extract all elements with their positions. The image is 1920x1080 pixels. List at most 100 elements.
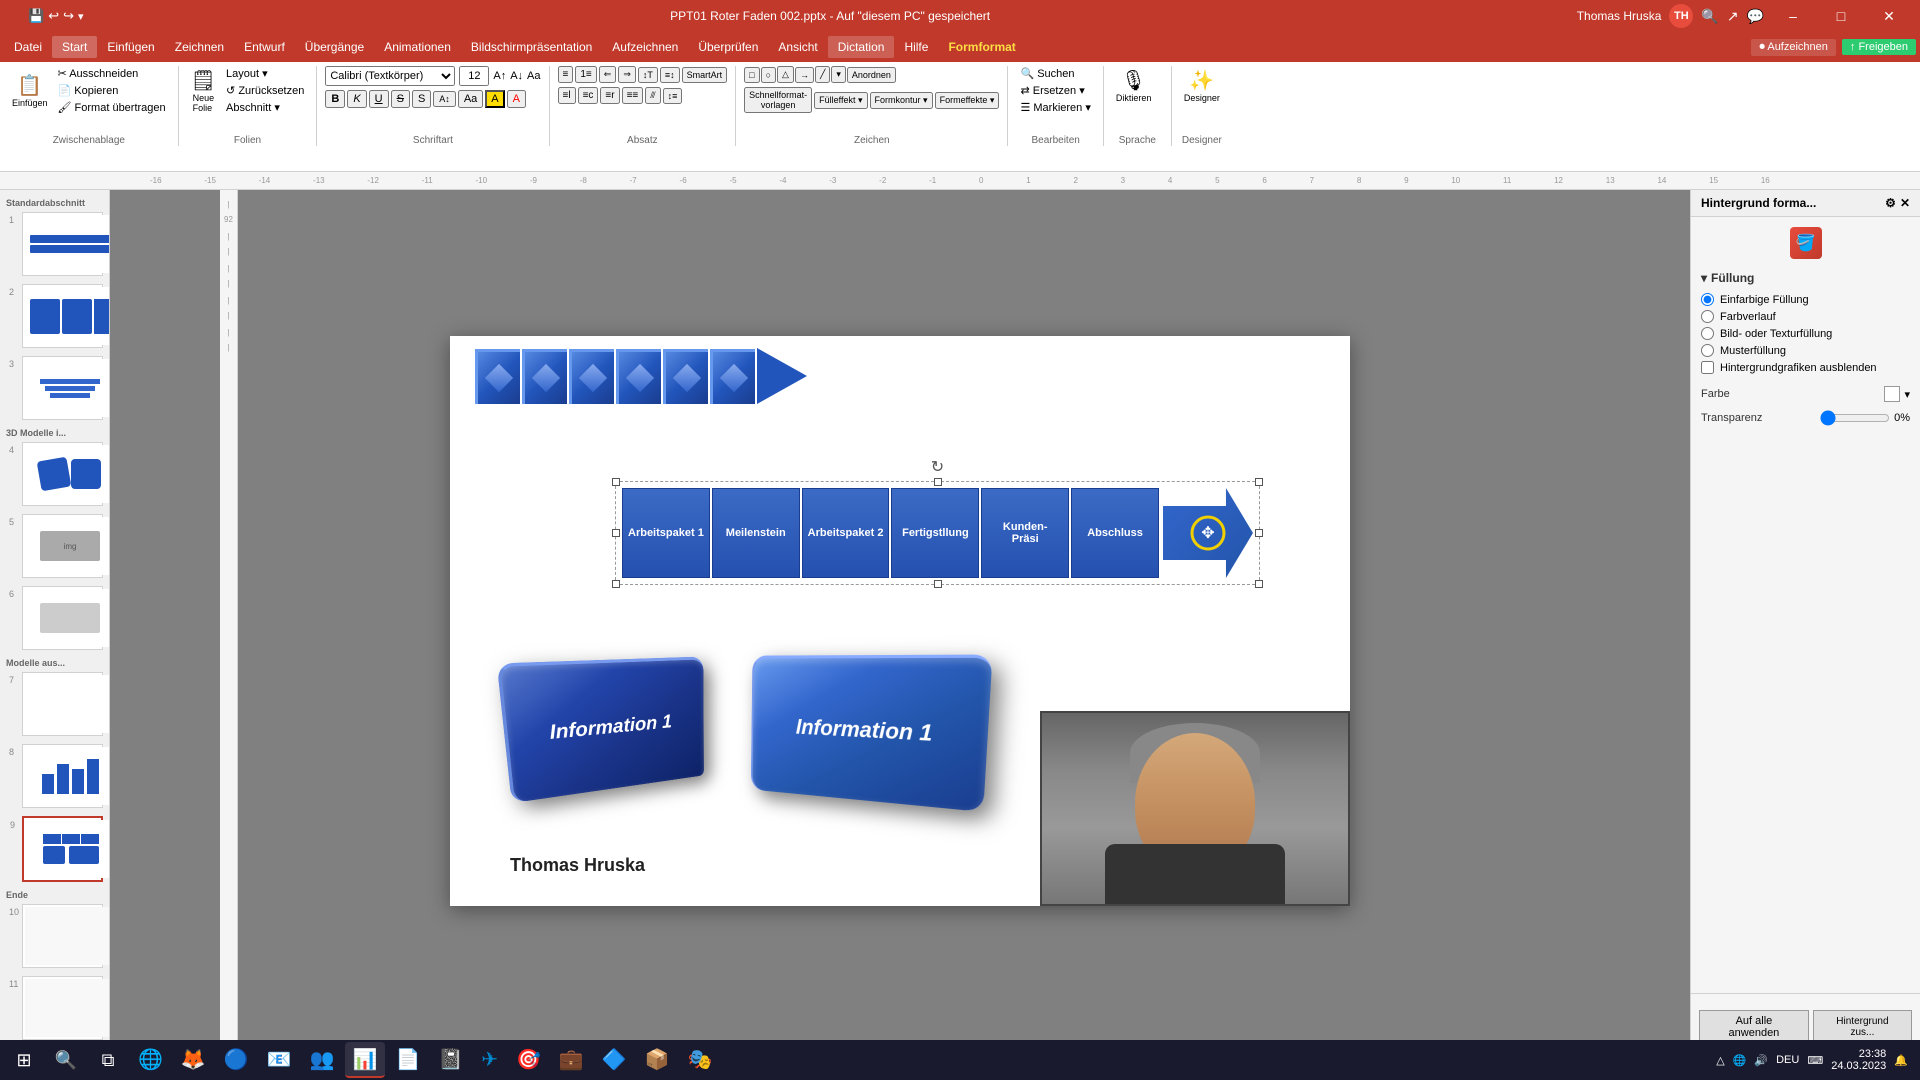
radio-farbverlauf[interactable]: Farbverlauf (1701, 310, 1910, 323)
panel-close-icon[interactable]: ✕ (1900, 196, 1910, 210)
shape-tri-button[interactable]: △ (777, 66, 794, 83)
menu-zeichnen[interactable]: Zeichnen (165, 36, 234, 58)
handle-ml[interactable] (612, 529, 620, 537)
aufzeichnen-btn[interactable]: ⏺ Aufzeichnen (1751, 39, 1836, 56)
formkontur-button[interactable]: Formkontur ▾ (870, 92, 933, 109)
menu-ansicht[interactable]: Ansicht (768, 36, 827, 58)
slide-canvas[interactable]: ↻ Arbeitspaket 1 Meilenstein Arbeitspake… (450, 336, 1350, 906)
minimize-button[interactable]: – (1770, 0, 1816, 32)
menu-animationen[interactable]: Animationen (374, 36, 461, 58)
zuruecksetzen-button[interactable]: ↺ Zurücksetzen (222, 83, 308, 98)
menu-entwurf[interactable]: Entwurf (234, 36, 295, 58)
color-picker-icon[interactable]: ▾ (1904, 388, 1910, 401)
taskbar-app1[interactable]: 🎯 (508, 1042, 549, 1078)
handle-mr[interactable] (1255, 529, 1263, 537)
farbe-value[interactable]: ▾ (1884, 386, 1910, 402)
handle-bm[interactable] (934, 580, 942, 588)
ersetzen-button[interactable]: ⇄ Ersetzen ▾ (1016, 83, 1094, 98)
apply2-button[interactable]: Hintergrund zus... (1813, 1010, 1912, 1044)
process-box-4[interactable]: Fertigstllung (891, 488, 979, 578)
section-fuellung[interactable]: ▾ Füllung (1701, 271, 1910, 285)
slide-thumb-3[interactable]: 3 (22, 356, 103, 420)
comment-icon[interactable]: 💬 (1747, 8, 1764, 25)
slide-thumb-9[interactable]: 9 (22, 816, 103, 882)
slide-thumb-7[interactable]: 7 (22, 672, 103, 736)
fontcolor-button[interactable]: A (507, 90, 526, 108)
taskbar-app2[interactable]: 💼 (551, 1042, 592, 1078)
move-icon[interactable]: ✥ (1201, 523, 1214, 543)
radio-muster-input[interactable] (1701, 344, 1714, 357)
schnellformatvorlagen-button[interactable]: Schnellformat-vorlagen (744, 87, 812, 113)
slide-thumb-10[interactable]: 10 (22, 904, 103, 968)
language-indicator[interactable]: DEU (1776, 1054, 1799, 1066)
taskbar-word[interactable]: 📄 (387, 1042, 428, 1078)
canvas-area[interactable]: |92 || || || || (110, 190, 1690, 1052)
slide-thumb-2[interactable]: 2 (22, 284, 103, 348)
align-text-button[interactable]: ≡↕ (660, 67, 680, 83)
font-select[interactable]: Calibri (Textkörper) (325, 66, 455, 86)
justify-button[interactable]: ≡≡ (622, 87, 644, 104)
color-swatch[interactable] (1884, 386, 1900, 402)
close-button[interactable]: ✕ (1866, 0, 1912, 32)
process-box-6[interactable]: Abschluss (1071, 488, 1159, 578)
taskbar-outlook[interactable]: 📧 (259, 1042, 300, 1078)
menu-hilfe[interactable]: Hilfe (894, 36, 938, 58)
shape-arrow-button[interactable]: → (795, 67, 814, 83)
apply-all-button[interactable]: Auf alle anwenden (1699, 1010, 1809, 1044)
case-button[interactable]: Aa (458, 90, 483, 108)
notifications-icon[interactable]: 🔔 (1894, 1054, 1908, 1067)
process-box-3[interactable]: Arbeitspaket 2 (802, 488, 890, 578)
slide-thumb-11[interactable]: 11 (22, 976, 103, 1040)
taskview-button[interactable]: ⧉ (88, 1042, 128, 1078)
fuelleffekt-button[interactable]: Fülleffekt ▾ (814, 92, 867, 109)
align-center-button[interactable]: ≡c (578, 87, 599, 104)
anordnen-button[interactable]: Anordnen (847, 67, 896, 83)
designer-button[interactable]: ✨ Designer (1180, 66, 1224, 105)
menu-dictation[interactable]: Dictation (828, 36, 895, 58)
info-btn-1[interactable]: Information 1 (510, 661, 715, 791)
increase-font-button[interactable]: A↑ (493, 70, 506, 82)
einfuegen-button[interactable]: 📋 Einfügen (8, 71, 52, 110)
ausschneiden-button[interactable]: ✂ Ausschneiden (54, 66, 170, 81)
process-box-1[interactable]: Arbeitspaket 1 (622, 488, 710, 578)
save-icon[interactable]: 💾 (28, 8, 44, 24)
slide-thumb-1[interactable]: 1 (22, 212, 103, 276)
bullet-list-button[interactable]: ≡ (558, 66, 574, 83)
keyboard-icon[interactable]: ⌨ (1807, 1054, 1823, 1067)
clock[interactable]: 23:38 24.03.2023 (1831, 1048, 1886, 1072)
kopieren-button[interactable]: 📄 Kopieren (54, 83, 170, 98)
menu-datei[interactable]: Datei (4, 36, 52, 58)
search-button[interactable]: 🔍 (46, 1042, 86, 1078)
taskbar-app3[interactable]: 🔷 (594, 1042, 635, 1078)
clear-format-button[interactable]: Aa (527, 70, 540, 82)
align-right-button[interactable]: ≡r (600, 87, 619, 104)
shape-round-button[interactable]: ○ (761, 67, 776, 83)
network-icon[interactable]: 🌐 (1733, 1054, 1747, 1067)
handle-tm[interactable] (934, 478, 942, 486)
slide-thumb-6[interactable]: 6 (22, 586, 103, 650)
handle-br[interactable] (1255, 580, 1263, 588)
search-icon[interactable]: 🔍 (1701, 8, 1718, 25)
radio-muster[interactable]: Musterfüllung (1701, 344, 1910, 357)
taskbar-onenote[interactable]: 📓 (430, 1042, 471, 1078)
neue-folie-button[interactable]: 🗒 NeueFolie (187, 66, 220, 115)
radio-bild-input[interactable] (1701, 327, 1714, 340)
shape-rect-button[interactable]: □ (744, 67, 759, 83)
process-arrow-final[interactable]: ✥ (1163, 488, 1253, 578)
checkbox-hintergrund-input[interactable] (1701, 361, 1714, 374)
abschnitt-button[interactable]: Abschnitt ▾ (222, 100, 308, 115)
info-btn-2[interactable]: Information 1 (740, 656, 980, 801)
suchen-button[interactable]: 🔍 Suchen (1016, 66, 1094, 81)
strikethrough-button[interactable]: S (391, 90, 410, 108)
process-box-5[interactable]: Kunden-Präsi (981, 488, 1069, 578)
smartart-button[interactable]: SmartArt (682, 67, 728, 83)
menu-bildschirm[interactable]: Bildschirmpräsentation (461, 36, 602, 58)
textdirection-button[interactable]: ↕T (638, 67, 658, 83)
taskbar-chrome[interactable]: 🔵 (216, 1042, 257, 1078)
shadow-button[interactable]: S (412, 90, 431, 108)
shape-more-button[interactable]: ▾ (831, 66, 846, 83)
freigeben-btn[interactable]: ↑ Freigeben (1842, 39, 1916, 55)
italic-button[interactable]: K (347, 90, 366, 108)
increase-indent-button[interactable]: ⇒ (618, 66, 636, 83)
taskbar-powerpoint[interactable]: 📊 (345, 1042, 386, 1078)
